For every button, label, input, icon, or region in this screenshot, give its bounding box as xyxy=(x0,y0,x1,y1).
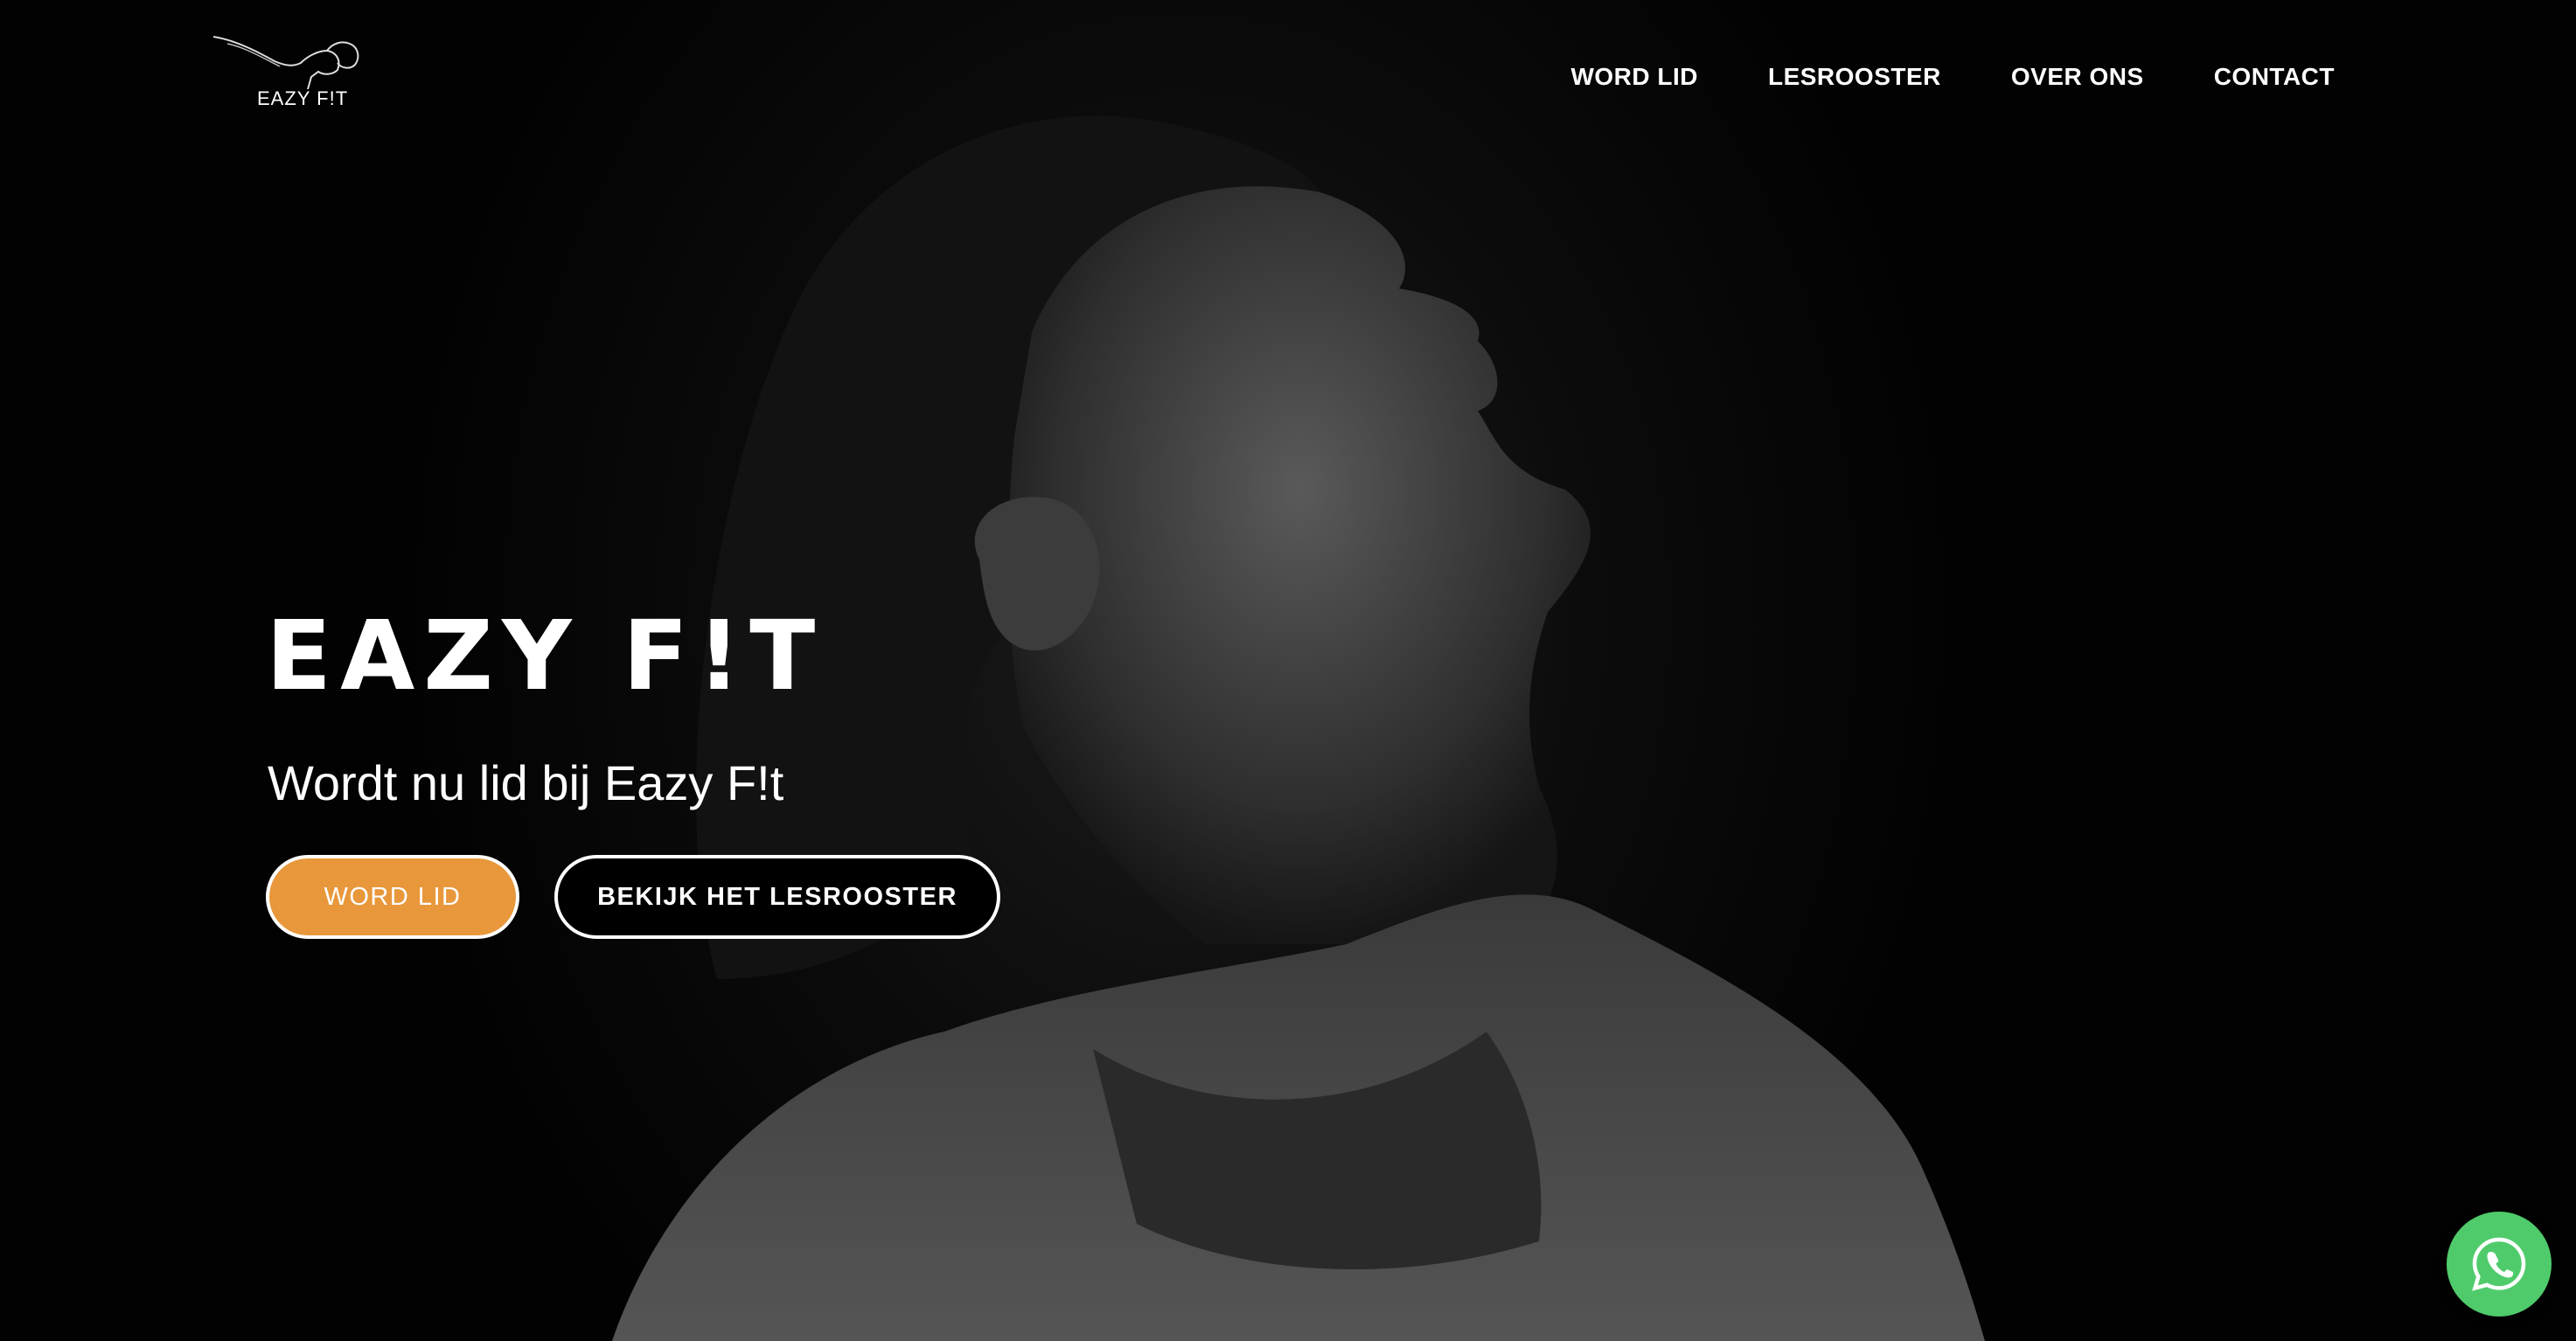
hero-title: EAZY F!T xyxy=(266,600,825,712)
logo[interactable]: EAZY F!T xyxy=(210,31,367,122)
logo-text: EAZY F!T xyxy=(257,87,349,109)
whatsapp-button[interactable] xyxy=(2447,1212,2552,1317)
hero-section: EAZY F!T WORD LID LESROOSTER OVER ONS CO… xyxy=(0,0,2576,1341)
nav-contact[interactable]: CONTACT xyxy=(2214,58,2335,96)
whatsapp-icon xyxy=(2472,1237,2526,1291)
hero-subtitle: Wordt nu lid bij Eazy F!t xyxy=(268,755,784,810)
nav-over-ons[interactable]: OVER ONS xyxy=(2011,58,2144,96)
nav-lesrooster[interactable]: LESROOSTER xyxy=(1768,58,1941,96)
bekijk-lesrooster-button[interactable]: BEKIJK HET LESROOSTER xyxy=(554,855,1000,939)
nav-word-lid[interactable]: WORD LID xyxy=(1570,58,1698,96)
logo-figure-icon xyxy=(212,36,359,90)
word-lid-button[interactable]: WORD LID xyxy=(266,855,519,939)
main-navigation: WORD LID LESROOSTER OVER ONS CONTACT xyxy=(1570,58,2335,96)
